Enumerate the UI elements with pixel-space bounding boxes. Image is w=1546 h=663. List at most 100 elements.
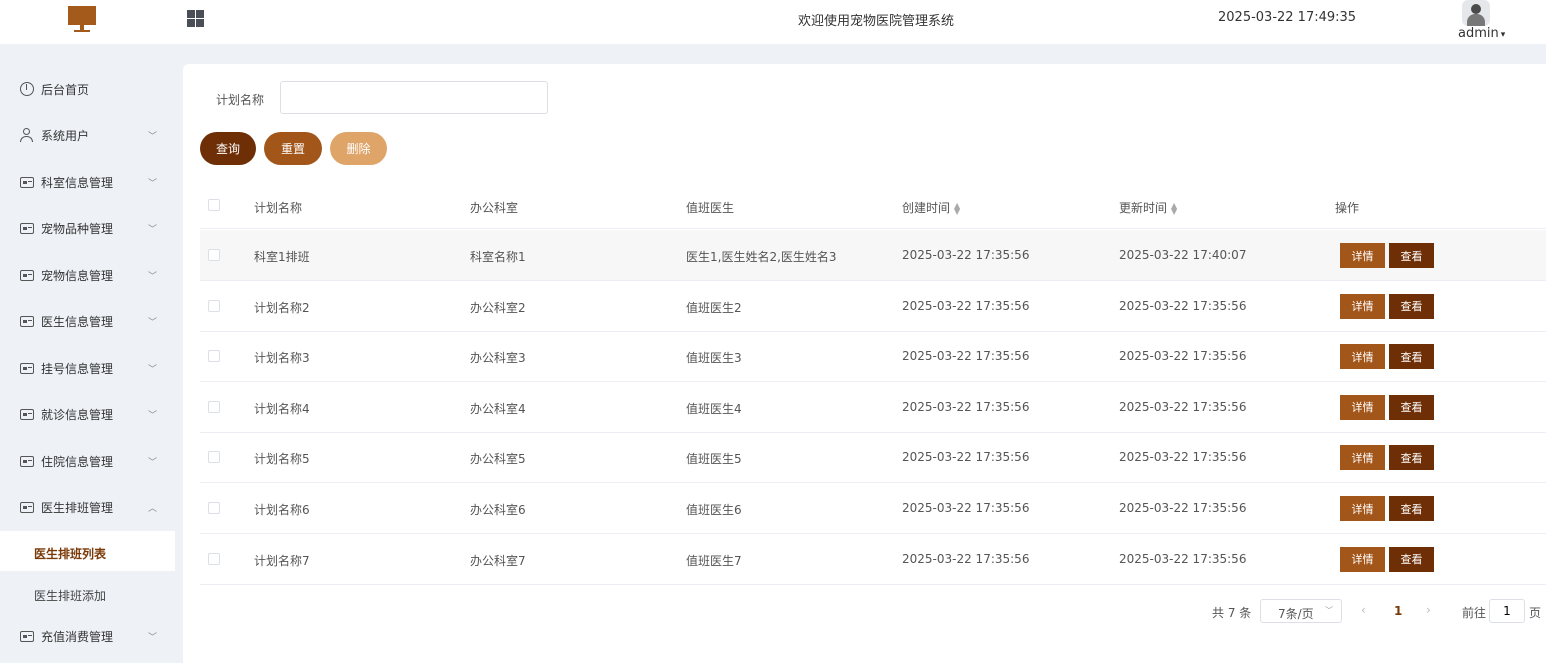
goto-page-input[interactable] [1489, 599, 1525, 623]
clock-icon [20, 82, 34, 96]
table-cell: 值班医生5 [686, 452, 742, 467]
current-datetime: 2025-03-22 17:49:35 [1218, 10, 1357, 25]
chevron-down-icon: ﹀ [1325, 606, 1333, 615]
delete-button[interactable]: 删除 [330, 132, 387, 165]
table-row: 计划名称2 办公科室2 值班医生2 2025-03-22 17:35:56 2025-0… [200, 281, 1546, 332]
chevron-down-icon: ﹀ [148, 271, 158, 282]
page-number[interactable]: 1 [1394, 604, 1402, 618]
sidebar-item-label: 医生信息管理 [41, 314, 114, 329]
card-icon [20, 408, 34, 420]
detail-button[interactable]: 详情 [1340, 496, 1385, 521]
row-checkbox[interactable] [208, 502, 220, 514]
sort-icon[interactable]: ▲ ▼ [954, 201, 960, 215]
sidebar-item-label: 医生排班管理 [41, 500, 114, 515]
goto-label: 前往 [1462, 606, 1487, 620]
row-checkbox[interactable] [208, 552, 220, 565]
user-menu[interactable]: admin ▾ [1458, 26, 1505, 41]
sort-icon[interactable]: ▲ ▼ [1171, 201, 1177, 215]
sidebar-item-label: 住院信息管理 [41, 454, 114, 469]
monitor-logo-icon [68, 6, 96, 32]
chevron-down-icon: ﹀ [148, 178, 158, 189]
table-row: 计划名称3 办公科室3 值班医生3 2025-03-22 17:35:56 2025-0… [200, 331, 1546, 383]
chevron-down-icon: ﹀ [148, 364, 158, 375]
card-icon [20, 362, 34, 374]
sidebar-item-registrations[interactable]: 挂号信息管理 ﹀ [0, 346, 175, 390]
table-cell: 2025-03-22 17:35:56 [1119, 501, 1247, 515]
page-size-select[interactable]: 7条/页 ﹀ [1260, 599, 1342, 623]
grid-menu-icon[interactable] [187, 10, 204, 27]
plan-name-search-input[interactable] [280, 81, 548, 114]
next-page-icon[interactable]: › [1426, 603, 1431, 617]
sidebar-item-doctor-schedule[interactable]: 医生排班管理 ︿ [0, 485, 175, 529]
view-button[interactable]: 查看 [1389, 496, 1434, 521]
submenu-schedule-add[interactable]: 医生排班添加 [0, 573, 175, 613]
table-cell: 计划名称6 [254, 503, 310, 517]
sidebar-item-pet-breeds[interactable]: 宠物品种管理 ﹀ [0, 206, 175, 250]
sidebar-item-dashboard[interactable]: 后台首页 [0, 67, 175, 111]
table-cell: 计划名称5 [254, 452, 310, 467]
row-checkbox[interactable] [208, 350, 220, 363]
detail-button[interactable]: 详情 [1340, 394, 1385, 420]
detail-button[interactable]: 详情 [1340, 293, 1385, 319]
sidebar-item-visits[interactable]: 就诊信息管理 ﹀ [0, 392, 175, 436]
sidebar-item-hospitalization[interactable]: 住院信息管理 ﹀ [0, 439, 175, 483]
prev-page-icon[interactable]: ‹ [1361, 603, 1366, 617]
table-cell: 科室名称1 [470, 250, 526, 264]
sidebar-item-label: 宠物品种管理 [41, 221, 114, 236]
chevron-down-icon: ﹀ [148, 224, 158, 235]
detail-button[interactable]: 详情 [1340, 243, 1385, 268]
chevron-down-icon: ﹀ [148, 131, 158, 142]
table-cell: 2025-03-22 17:35:56 [902, 551, 1030, 566]
submenu-schedule-list[interactable]: 医生排班列表 [0, 531, 175, 571]
sidebar: 后台首页 系统用户 ﹀ 科室信息管理 ﹀ 宠物品种管理 ﹀ 宠物信息管理 ﹀ 医… [0, 64, 175, 663]
table-row: 计划名称4 办公科室4 值班医生4 2025-03-22 17:35:56 2025-0… [200, 382, 1546, 433]
table-cell: 办公科室3 [470, 351, 526, 366]
row-checkbox[interactable] [208, 400, 220, 413]
card-icon [20, 315, 34, 327]
table-cell: 2025-03-22 17:35:56 [902, 349, 1030, 364]
sidebar-item-label: 后台首页 [41, 82, 90, 97]
sidebar-item-pets[interactable]: 宠物信息管理 ﹀ [0, 253, 175, 297]
sidebar-item-doctors[interactable]: 医生信息管理 ﹀ [0, 299, 175, 343]
table-cell: 2025-03-22 17:35:56 [1119, 298, 1247, 313]
detail-button[interactable]: 详情 [1340, 445, 1385, 471]
view-button[interactable]: 查看 [1389, 394, 1434, 420]
card-icon [20, 630, 34, 642]
username: admin [1458, 26, 1499, 41]
column-header-label: 创建时间 [902, 201, 951, 215]
table-cell: 2025-03-22 17:35:56 [1119, 349, 1247, 364]
sidebar-item-label: 挂号信息管理 [41, 361, 114, 376]
view-button[interactable]: 查看 [1389, 243, 1434, 268]
column-header-sortable[interactable]: 更新时间 ▲ ▼ [1119, 199, 1177, 216]
card-icon [20, 176, 34, 188]
table-cell: 2025-03-22 17:40:07 [1119, 248, 1247, 262]
chevron-down-icon: ﹀ [148, 632, 158, 643]
table-cell: 2025-03-22 17:35:56 [1119, 399, 1247, 414]
view-button[interactable]: 查看 [1389, 546, 1434, 572]
table-cell: 计划名称2 [254, 300, 310, 315]
detail-button[interactable]: 详情 [1340, 546, 1385, 572]
sidebar-item-label: 宠物信息管理 [41, 268, 114, 283]
row-checkbox[interactable] [208, 299, 220, 312]
avatar[interactable] [1462, 0, 1490, 26]
select-all-checkbox[interactable] [208, 199, 220, 211]
row-checkbox[interactable] [208, 451, 220, 464]
table-cell: 2025-03-22 17:35:56 [902, 450, 1030, 465]
top-header: 欢迎使用宠物医院管理系统 2025-03-22 17:49:35 admin ▾ [0, 0, 1546, 44]
table-cell: 科室1排班 [254, 250, 310, 264]
table-cell: 计划名称7 [254, 553, 310, 568]
sidebar-item-recharge[interactable]: 充值消费管理 ﹀ [0, 614, 175, 658]
card-icon [20, 222, 34, 234]
row-checkbox[interactable] [208, 249, 220, 261]
chevron-down-icon: ﹀ [148, 457, 158, 468]
reset-button[interactable]: 重置 [264, 132, 322, 165]
sidebar-item-departments[interactable]: 科室信息管理 ﹀ [0, 160, 175, 204]
query-button[interactable]: 查询 [200, 132, 256, 165]
sidebar-item-label: 科室信息管理 [41, 175, 114, 190]
view-button[interactable]: 查看 [1389, 293, 1434, 319]
view-button[interactable]: 查看 [1389, 344, 1434, 370]
sidebar-item-system-users[interactable]: 系统用户 ﹀ [0, 113, 175, 157]
column-header-sortable[interactable]: 创建时间 ▲ ▼ [902, 199, 960, 216]
view-button[interactable]: 查看 [1389, 445, 1434, 471]
detail-button[interactable]: 详情 [1340, 344, 1385, 370]
